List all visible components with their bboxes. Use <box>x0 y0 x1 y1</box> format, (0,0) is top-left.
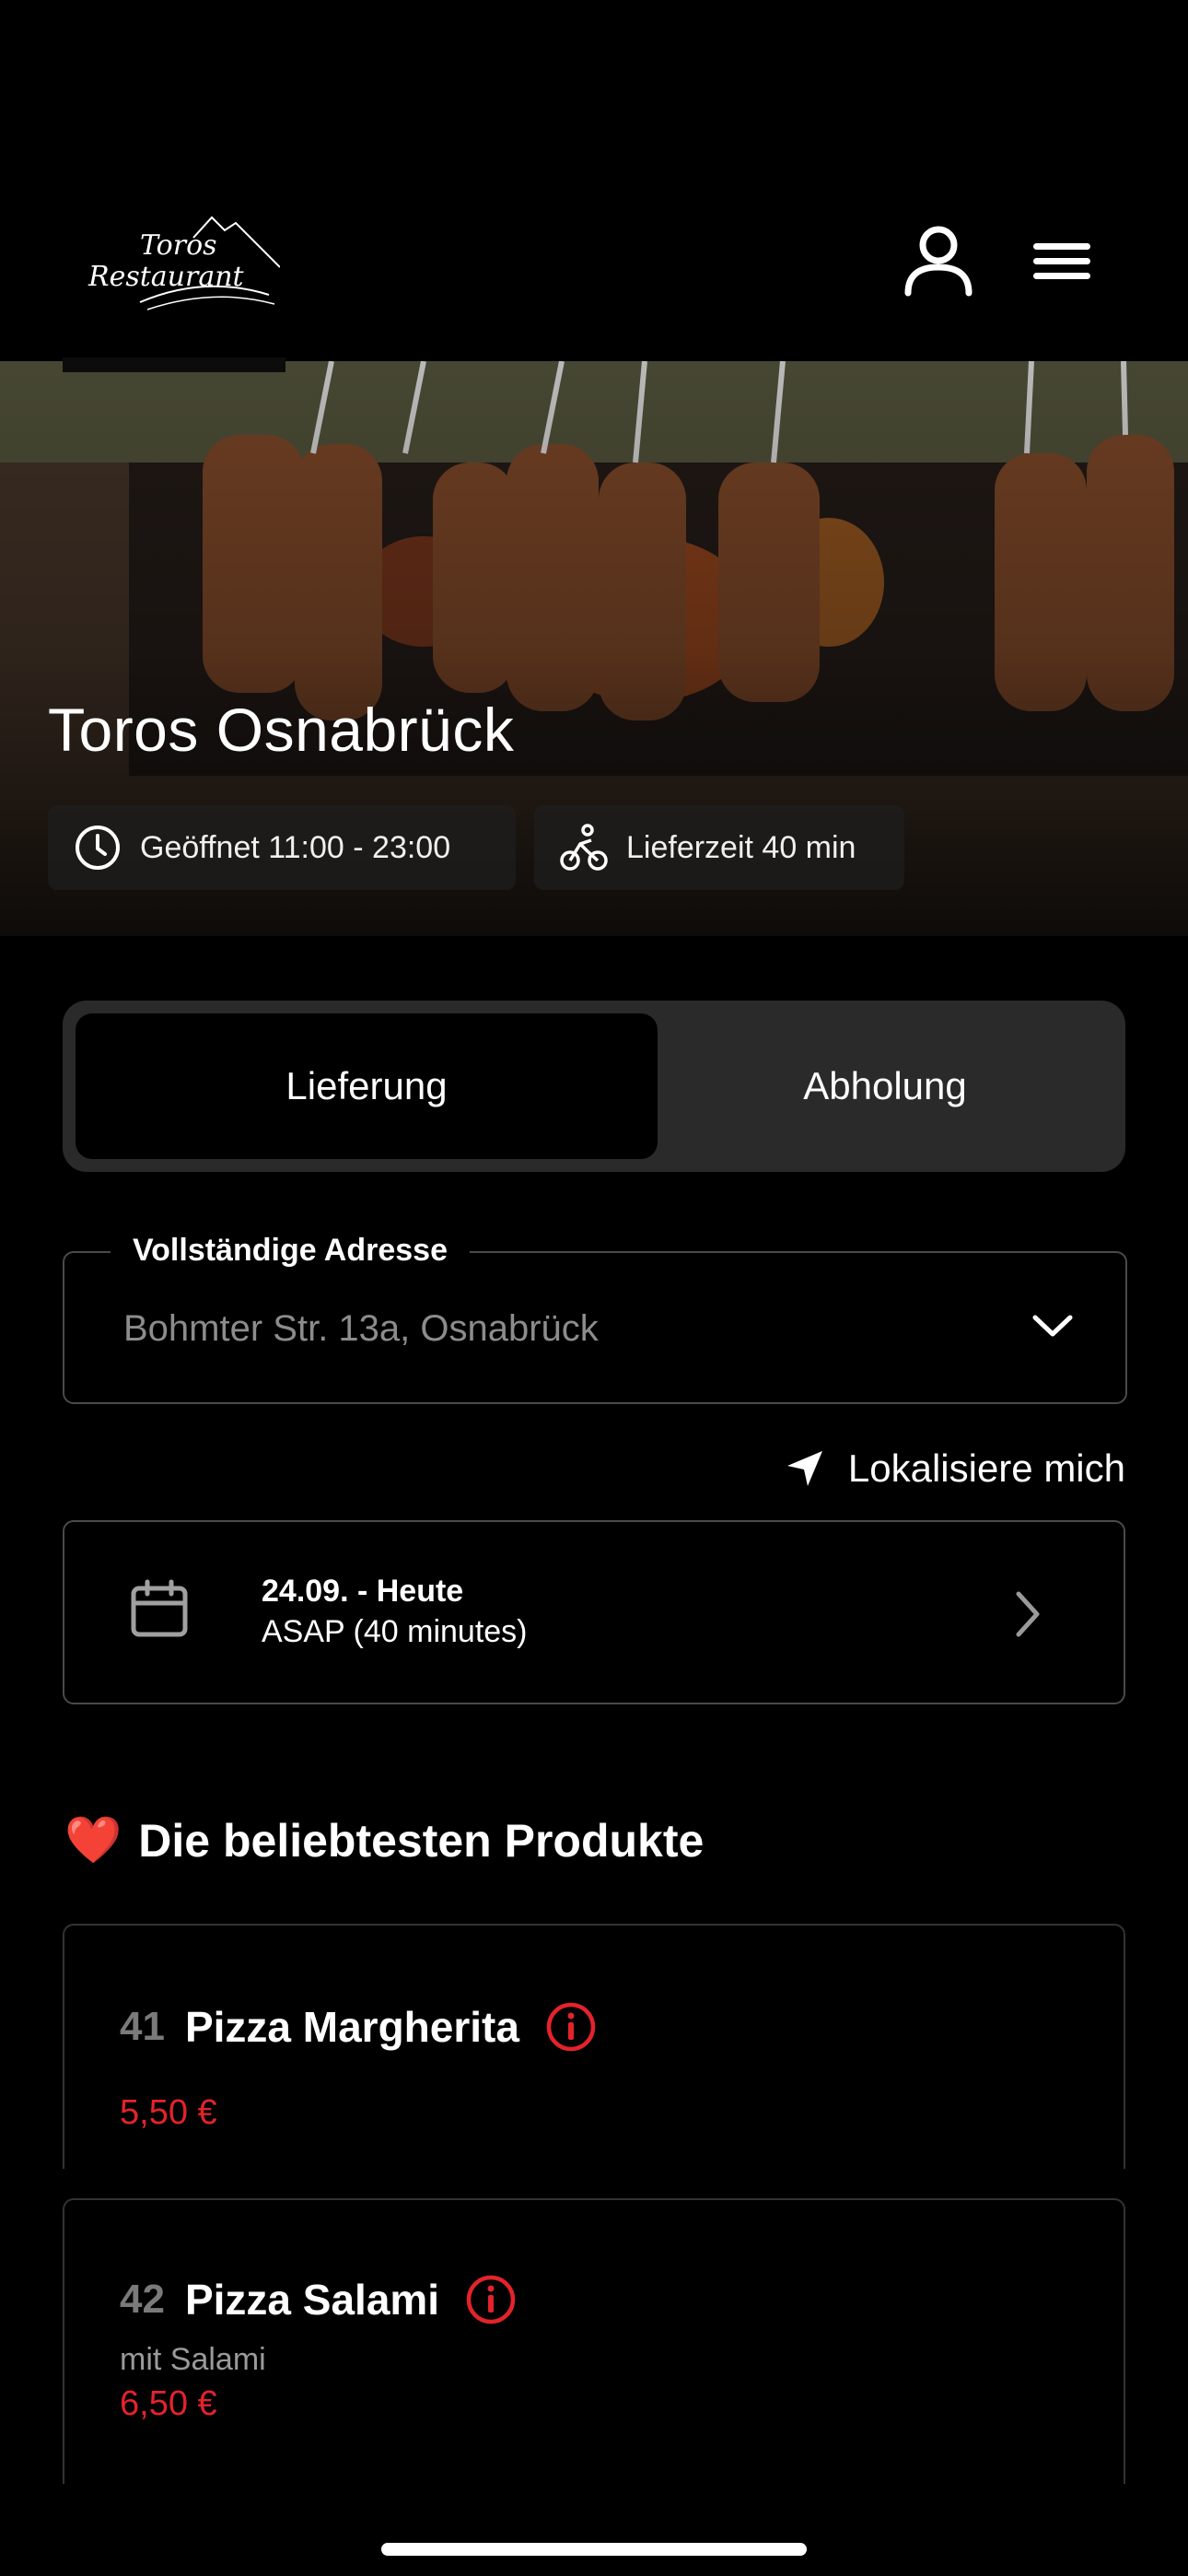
calendar-icon <box>131 1579 188 1637</box>
tab-delivery[interactable]: Lieferung <box>76 1013 658 1159</box>
restaurant-name: Toros Osnabrück <box>48 696 515 764</box>
address-input[interactable]: Bohmter Str. 13a, Osnabrück <box>123 1308 599 1350</box>
svg-text:Restaurant: Restaurant <box>87 261 245 293</box>
menu-button[interactable] <box>1030 230 1096 291</box>
hamburger-icon <box>1033 243 1090 279</box>
delivery-time-text: Lieferzeit 40 min <box>626 829 856 865</box>
locate-me-label: Lokalisiere mich <box>847 1446 1125 1490</box>
opening-hours-badge: Geöffnet 11:00 - 23:00 <box>48 805 516 890</box>
hero-banner: Toros Osnabrück Geöffnet 11:00 - 23:00 L… <box>0 361 1188 936</box>
info-icon[interactable] <box>545 2001 597 2053</box>
product-name: Pizza Margherita <box>184 2003 519 2051</box>
address-field[interactable]: Vollständige Adresse Bohmter Str. 13a, O… <box>63 1233 1127 1404</box>
delivery-time-selector[interactable]: 24.09. - Heute ASAP (40 minutes) <box>63 1520 1125 1704</box>
product-header: 42 Pizza Salami <box>120 2274 517 2325</box>
order-mode-toggle: Lieferung Abholung <box>63 1001 1125 1172</box>
product-name: Pizza Salami <box>184 2276 440 2324</box>
product-header: 41 Pizza Margherita <box>120 2001 597 2053</box>
selected-date: 24.09. - Heute <box>262 1574 464 1609</box>
opening-hours-text: Geöffnet 11:00 - 23:00 <box>140 829 451 865</box>
delivery-time-badge: Lieferzeit 40 min <box>534 805 904 890</box>
app-screen: Toros Restaurant Toros Osnabrück Geöffne… <box>0 0 1188 2576</box>
bicycle-courier-icon <box>560 824 608 871</box>
product-price: 6,50 € <box>120 2384 217 2423</box>
selected-time: ASAP (40 minutes) <box>262 1614 528 1649</box>
svg-text:Toros: Toros <box>140 229 217 262</box>
clock-icon <box>76 825 120 870</box>
product-number: 42 <box>120 2277 165 2322</box>
location-arrow-icon <box>786 1451 822 1486</box>
popular-products-heading: ❤️ Die beliebtesten Produkte <box>64 1813 704 1868</box>
product-card[interactable]: 42 Pizza Salami mit Salami 6,50 € <box>63 2198 1125 2484</box>
chevron-right-icon <box>1016 1591 1040 1637</box>
heart-icon: ❤️ <box>64 1814 122 1866</box>
address-label: Vollständige Adresse <box>111 1233 470 1269</box>
info-icon[interactable] <box>465 2274 517 2325</box>
popular-products-title: Die beliebtesten Produkte <box>138 1814 705 1867</box>
top-header: Toros Restaurant <box>0 0 1188 361</box>
locate-me-button[interactable]: Lokalisiere mich <box>786 1446 1125 1491</box>
tab-pickup[interactable]: Abholung <box>658 1013 1112 1159</box>
home-indicator[interactable] <box>381 2543 807 2556</box>
product-description: mit Salami <box>120 2342 266 2377</box>
restaurant-logo[interactable]: Toros Restaurant <box>85 210 280 311</box>
product-price: 5,50 € <box>120 2093 217 2132</box>
product-number: 41 <box>120 2004 165 2049</box>
account-button[interactable] <box>903 225 974 297</box>
logo-underline <box>63 357 285 372</box>
chevron-down-icon[interactable] <box>1030 1308 1076 1345</box>
user-icon <box>904 226 973 297</box>
product-card[interactable]: 41 Pizza Margherita 5,50 € <box>63 1924 1125 2169</box>
